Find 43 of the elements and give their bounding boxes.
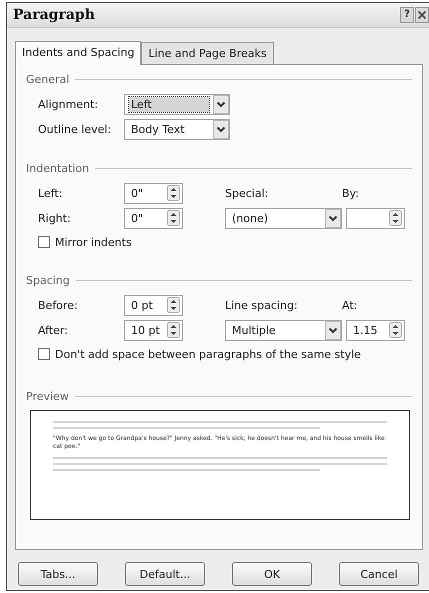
checkbox[interactable] (38, 348, 50, 360)
dialog-button[interactable]: Tabs... (18, 562, 98, 586)
field-label: Before: (38, 298, 79, 312)
checkbox[interactable] (38, 236, 50, 248)
spin-arrows-icon[interactable] (389, 322, 402, 338)
section-heading: Indentation (26, 162, 90, 175)
field-label: By: (342, 186, 359, 200)
dialog-button[interactable]: OK (232, 562, 312, 586)
section-heading: Preview (26, 390, 69, 403)
field-label: Alignment: (38, 98, 100, 110)
spinner-field[interactable]: 10 pt (124, 320, 183, 340)
field-label: Right: (38, 212, 72, 224)
spinner-field[interactable] (346, 208, 405, 228)
spin-arrows-icon[interactable] (167, 210, 180, 226)
dropdown-field[interactable]: Left (124, 94, 230, 114)
spin-arrows-icon[interactable] (167, 185, 180, 201)
dropdown-field[interactable]: Multiple (225, 320, 342, 340)
tab[interactable]: Line and Page Breaks (141, 42, 274, 64)
field-label: Left: (38, 186, 64, 200)
spinner-field[interactable]: 0" (124, 208, 183, 228)
spinner-field[interactable]: 0" (124, 182, 183, 204)
help-button[interactable]: ? (400, 7, 414, 23)
field-label: Outline level: (38, 122, 112, 136)
spinner-field[interactable]: 1.15 (346, 320, 405, 340)
spin-arrows-icon[interactable] (389, 210, 402, 226)
dialog-button[interactable]: Cancel (339, 562, 419, 586)
spin-arrows-icon[interactable] (167, 297, 180, 313)
tab[interactable]: Indents and Spacing (15, 41, 142, 65)
spin-arrows-icon[interactable] (167, 322, 180, 338)
dropdown-field[interactable]: (none) (225, 208, 342, 228)
dropdown-field[interactable]: Body Text (124, 118, 230, 140)
section-heading: General (26, 73, 70, 86)
section-heading: Spacing (26, 274, 70, 287)
dialog-button[interactable]: Default... (125, 562, 205, 586)
field-label: At: (342, 298, 358, 312)
spinner-field[interactable]: 0 pt (124, 294, 183, 316)
field-label: Special: (225, 186, 270, 200)
checkbox-label[interactable]: Mirror indents (55, 236, 132, 248)
close-icon[interactable] (415, 7, 429, 23)
field-label: Line spacing: (225, 298, 299, 312)
window-title: Paragraph (13, 7, 95, 23)
checkbox-label[interactable]: Don't add space between paragraphs of the same style (55, 348, 361, 360)
field-label: After: (38, 324, 69, 336)
